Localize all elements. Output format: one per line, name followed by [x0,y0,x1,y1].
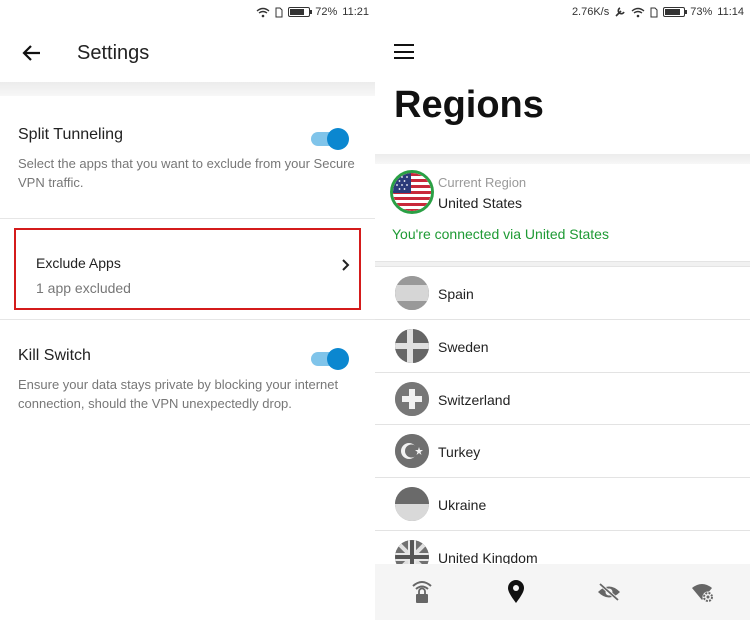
region-name: Ukraine [438,497,487,514]
nav-regions-button[interactable] [496,572,536,612]
nav-connection-button[interactable] [402,572,442,612]
region-name: Switzerland [438,391,511,408]
region-row-spain[interactable]: Spain [375,267,750,320]
split-tunneling-toggle[interactable] [311,128,349,150]
eye-off-icon [598,583,621,601]
settings-screen: 72% 11:21 Settings Split Tunneling Selec… [0,0,375,620]
region-row-turkey[interactable]: Turkey [375,425,750,479]
network-speed: 2.76K/s [571,6,610,18]
split-tunneling-description: Select the apps that you want to exclude… [18,156,355,190]
battery-percent: 73% [690,6,713,18]
kill-switch-toggle[interactable] [311,348,349,370]
exclude-apps-row[interactable]: Exclude Apps 1 app excluded [14,228,361,310]
region-row-switzerland[interactable]: Switzerland [375,373,750,426]
header-shadow [0,82,375,96]
wifi-icon [631,7,645,18]
battery-icon [288,7,313,17]
wifi-lock-icon [412,581,432,603]
regions-screen: 2.76K/s 73% 11:14 Regions Current Region… [375,0,750,620]
status-bar: 2.76K/s 73% 11:14 [375,0,750,24]
back-button[interactable] [20,41,44,65]
kill-switch-title: Kill Switch [18,347,91,364]
split-tunneling-section: Split Tunneling Select the apps that you… [0,96,375,218]
region-name: Turkey [438,444,481,461]
connection-status: You're connected via United States [392,226,609,242]
kill-switch-section: Kill Switch Ensure your data stays priva… [0,320,375,413]
turkey-flag-icon [395,434,429,469]
sweden-flag-icon [395,328,429,363]
status-bar: 72% 11:21 [0,0,375,24]
clock: 11:14 [717,6,744,18]
header-shadow [375,154,750,164]
kill-switch-description: Ensure your data stays private by blocki… [18,377,339,411]
spain-flag-icon [395,276,429,310]
exclude-apps-count: 1 app excluded [36,280,131,296]
nav-privacy-button[interactable] [589,572,629,612]
location-pin-icon [507,580,524,603]
switzerland-flag-icon [395,381,429,416]
page-title: Settings [77,41,150,64]
wifi-icon [256,7,270,18]
region-list: Spain Sweden Switzerland Turkey Ukraine [375,267,750,584]
region-row-ukraine[interactable]: Ukraine [375,478,750,531]
sim-icon [275,7,283,18]
split-tunneling-title: Split Tunneling [18,126,123,143]
battery-icon [663,7,688,17]
wrench-icon [614,6,626,18]
settings-header: Settings [0,24,375,82]
current-region-label: Current Region [438,175,527,190]
arrow-left-icon [22,45,40,61]
us-flag-icon [390,170,434,214]
divider [0,218,375,219]
page-title: Regions [394,84,544,126]
current-region-value: United States [438,195,523,211]
current-region-card: Current Region United States You're conn… [375,164,750,264]
exclude-apps-title: Exclude Apps [36,255,121,271]
battery-percent: 72% [315,6,338,18]
region-name: Spain [438,286,474,302]
region-name: Sweden [438,338,489,355]
hamburger-menu-button[interactable] [394,43,416,61]
nav-settings-button[interactable] [683,572,723,612]
region-row-sweden[interactable]: Sweden [375,320,750,373]
chevron-right-icon [342,259,350,271]
ukraine-flag-icon [395,487,429,522]
wifi-settings-icon [692,584,714,603]
bottom-navigation [375,564,750,620]
sim-icon [650,7,658,18]
clock: 11:21 [342,6,369,18]
